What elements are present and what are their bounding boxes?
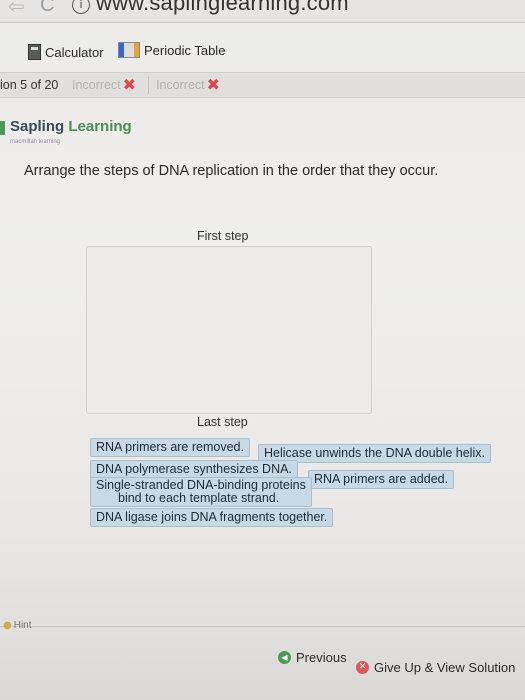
arrow-left-circle-icon: ◀ — [278, 651, 291, 664]
option-text: Helicase unwinds the DNA double helix. — [264, 446, 485, 460]
periodic-table-icon — [118, 42, 140, 58]
calculator-label: Calculator — [45, 44, 104, 60]
incorrect-x-icon: ✖ — [206, 75, 221, 94]
last-step-label: Last step — [197, 415, 248, 429]
option-text: RNA primers are added. — [314, 472, 449, 486]
question-counter[interactable]: ion 5 of 20 — [0, 78, 58, 92]
answer-option[interactable]: DNA ligase joins DNA fragments together. — [90, 508, 334, 527]
brand-name: Sapling Learning — [10, 118, 132, 135]
attempt-status[interactable]: Incorrect ✖ — [156, 75, 221, 94]
brand-tagline: macmillan learning — [10, 139, 61, 145]
periodic-table-label: Periodic Table — [144, 42, 226, 58]
option-text: DNA polymerase synthesizes DNA. — [96, 462, 292, 476]
option-text-line2: bind to each template strand. — [118, 491, 280, 505]
attempt-status[interactable]: Incorrect ✖ — [72, 75, 137, 94]
ordering-drop-zone[interactable] — [86, 246, 372, 414]
calculator-icon — [28, 44, 41, 60]
calculator-button[interactable]: Calculator — [28, 44, 104, 60]
answer-option[interactable]: RNA primers are removed. — [90, 438, 250, 457]
attempt-label: Incorrect — [156, 78, 205, 92]
first-step-label: First step — [197, 229, 249, 243]
sapling-logo-icon — [0, 121, 5, 135]
attempt-label: Incorrect — [72, 78, 121, 92]
divider — [148, 76, 149, 94]
browser-address-bar[interactable]: ⇦ C i www.saplinglearning.com — [0, 0, 525, 23]
answer-option[interactable]: Single-stranded DNA-binding proteins bin… — [90, 477, 312, 507]
hint-button[interactable]: ● Hint — [3, 620, 32, 631]
give-up-label: Give Up & View Solution — [374, 660, 516, 675]
url-text[interactable]: www.saplinglearning.com — [96, 0, 349, 16]
periodic-table-button[interactable]: Periodic Table — [118, 42, 225, 58]
brand-word-sapling: Sapling — [10, 118, 65, 135]
tools-toolbar: Calculator Periodic Table — [0, 36, 525, 72]
incorrect-x-icon: ✖ — [122, 75, 137, 94]
answer-option[interactable]: RNA primers are added. — [308, 470, 455, 489]
brand-word-learning: Learning — [68, 118, 132, 135]
previous-button[interactable]: ◀ Previous — [278, 650, 347, 665]
give-up-button[interactable]: ✕ Give Up & View Solution — [356, 660, 515, 675]
lightbulb-icon: ● — [3, 620, 12, 631]
previous-label: Previous — [296, 650, 347, 665]
question-status-bar: ion 5 of 20 Incorrect ✖ Incorrect ✖ — [0, 72, 525, 98]
hint-label: Hint — [13, 620, 32, 631]
info-icon[interactable]: i — [72, 0, 90, 14]
reload-icon[interactable]: C — [40, 0, 54, 17]
footer-divider — [0, 626, 525, 627]
question-prompt: Arrange the steps of DNA replication in … — [24, 163, 439, 179]
give-up-icon: ✕ — [356, 661, 369, 674]
option-text: RNA primers are removed. — [96, 440, 244, 454]
option-text: DNA ligase joins DNA fragments together. — [96, 510, 328, 524]
back-arrow-icon[interactable]: ⇦ — [8, 0, 25, 19]
